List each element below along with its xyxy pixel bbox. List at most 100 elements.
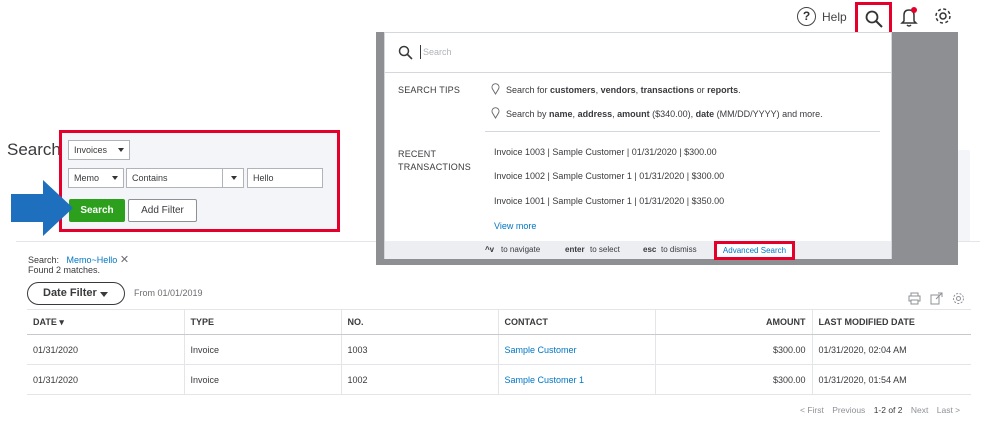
tip-keyword: vendors [600,85,636,95]
search-icon [398,45,413,60]
pager-last[interactable]: Last > [937,405,960,415]
tip-keyword: customers [550,85,596,95]
bell-icon[interactable] [899,6,919,28]
date-filter-button[interactable]: Date Filter [27,282,125,305]
pager-next[interactable]: Next [911,405,928,415]
search-tip-1: Search for customers, vendors, transacti… [506,85,741,95]
recent-transaction-item[interactable]: Invoice 1001 | Sample Customer 1 | 01/31… [494,196,724,206]
dropdown-divider [485,131,880,132]
transaction-type-select[interactable]: Invoices [68,140,130,160]
tip-keyword: reports [707,85,739,95]
recent-transactions-heading: RECENT TRANSACTIONS [398,149,471,172]
filter-value-input[interactable]: Hello [247,168,323,188]
column-header-type[interactable]: TYPE [183,309,341,335]
page-title: Search [7,140,61,159]
chevron-down-icon [231,176,237,180]
cell-last-modified: 01/31/2020, 02:04 AM [811,334,971,365]
found-count: Found 2 matches. [28,265,101,275]
recent-heading-line: TRANSACTIONS [398,162,471,172]
cell-last-modified: 01/31/2020, 01:54 AM [811,364,971,395]
search-criteria-label: Search: [28,255,60,265]
table-header-row: DATE ▾ TYPE NO. CONTACT AMOUNT LAST MODI… [27,309,971,335]
cell-type: Invoice [183,334,341,365]
pager-previous[interactable]: Previous [832,405,865,415]
select-divider [222,169,223,187]
cell-no: 1003 [340,334,498,365]
recent-transaction-item[interactable]: Invoice 1003 | Sample Customer | 01/31/2… [494,147,717,157]
dropdown-footer: ^v to navigate enter to select esc to di… [385,241,891,260]
column-header-contact[interactable]: CONTACT [497,309,655,335]
search-dropdown: Search SEARCH TIPS Search for customers,… [384,32,892,260]
pin-icon [491,107,500,119]
search-criteria-chip[interactable]: Memo~Hello [67,255,118,265]
tip-text: Search by [506,109,550,119]
help-label[interactable]: Help [822,10,847,24]
cell-date: 01/31/2020 [27,364,184,395]
enter-key: enter [565,245,585,254]
field-select-value: Memo [74,173,100,183]
tip-keyword: name [549,109,573,119]
pointer-arrow [11,180,73,236]
pager-first[interactable]: < First [800,405,824,415]
tip-text: (MM/DD/YYYY) and more. [714,109,823,119]
cell-contact-link[interactable]: Sample Customer [497,334,655,365]
column-header-date[interactable]: DATE ▾ [27,309,184,335]
gear-icon[interactable] [933,6,953,26]
operator-select-value: Contains [132,173,168,183]
column-header-last-modified[interactable]: LAST MODIFIED DATE [811,309,971,335]
tip-keyword: amount [617,109,650,119]
tip-text: Search for [506,85,551,95]
filter-panel: Invoices Memo Contains Hello Search Add … [59,130,340,232]
global-search-button[interactable] [855,2,892,36]
remove-icon[interactable]: ✕ [120,254,129,266]
recent-heading-line: RECENT [398,149,437,159]
tip-text: ($340.00), [649,109,696,119]
navigate-hint: to navigate [501,245,541,254]
cell-date: 01/31/2020 [27,334,184,365]
recent-transaction-item[interactable]: Invoice 1002 | Sample Customer 1 | 01/31… [494,171,724,181]
cell-no: 1002 [340,364,498,395]
chevron-down-icon [112,176,118,180]
help-icon[interactable]: ? [797,7,816,26]
navigate-keys: ^v [485,245,495,254]
cell-type: Invoice [183,364,341,395]
search-icon [865,10,883,28]
pin-icon [491,83,500,95]
cell-contact-link[interactable]: Sample Customer 1 [497,364,655,395]
export-icon[interactable] [930,292,943,305]
date-range-text: From 01/01/2019 [134,288,203,298]
pagination: < First Previous 1-2 of 2 Next Last > [800,405,966,415]
chevron-down-icon [118,148,124,152]
print-icon[interactable] [908,292,921,305]
add-filter-button[interactable]: Add Filter [128,199,197,222]
dropdown-search-input[interactable]: Search [420,45,452,59]
enter-hint: to select [590,245,620,254]
search-tip-2: Search by name, address, amount ($340.00… [506,109,823,119]
pager-range: 1-2 of 2 [873,405,903,415]
esc-hint: to dismiss [661,245,697,254]
table-row[interactable]: 01/31/2020 Invoice 1003 Sample Customer … [27,334,971,365]
cell-amount: $300.00 [654,334,812,365]
transaction-type-value: Invoices [74,145,108,155]
view-more-link[interactable]: View more [494,221,536,231]
tip-keyword: date [695,109,715,119]
search-tips-heading: SEARCH TIPS [398,85,461,95]
cell-amount: $300.00 [654,364,812,395]
results-table: DATE ▾ TYPE NO. CONTACT AMOUNT LAST MODI… [27,309,971,395]
chevron-down-icon [100,292,108,297]
column-header-no[interactable]: NO. [340,309,498,335]
dropdown-search-bar[interactable]: Search [385,33,891,73]
tip-text: or [694,85,708,95]
date-filter-label: Date Filter [43,287,97,299]
table-row[interactable]: 01/31/2020 Invoice 1002 Sample Customer … [27,364,971,395]
operator-select[interactable]: Contains [126,168,244,188]
search-button[interactable]: Search [69,199,125,222]
advanced-search-link[interactable]: Advanced Search [714,241,795,260]
column-header-amount[interactable]: AMOUNT [654,309,812,335]
esc-key: esc [643,245,657,254]
tip-text: . [738,85,741,95]
settings-icon[interactable] [952,292,965,305]
field-select[interactable]: Memo [68,168,124,188]
tip-keyword: transactions [640,85,695,95]
tip-keyword: address [577,109,613,119]
